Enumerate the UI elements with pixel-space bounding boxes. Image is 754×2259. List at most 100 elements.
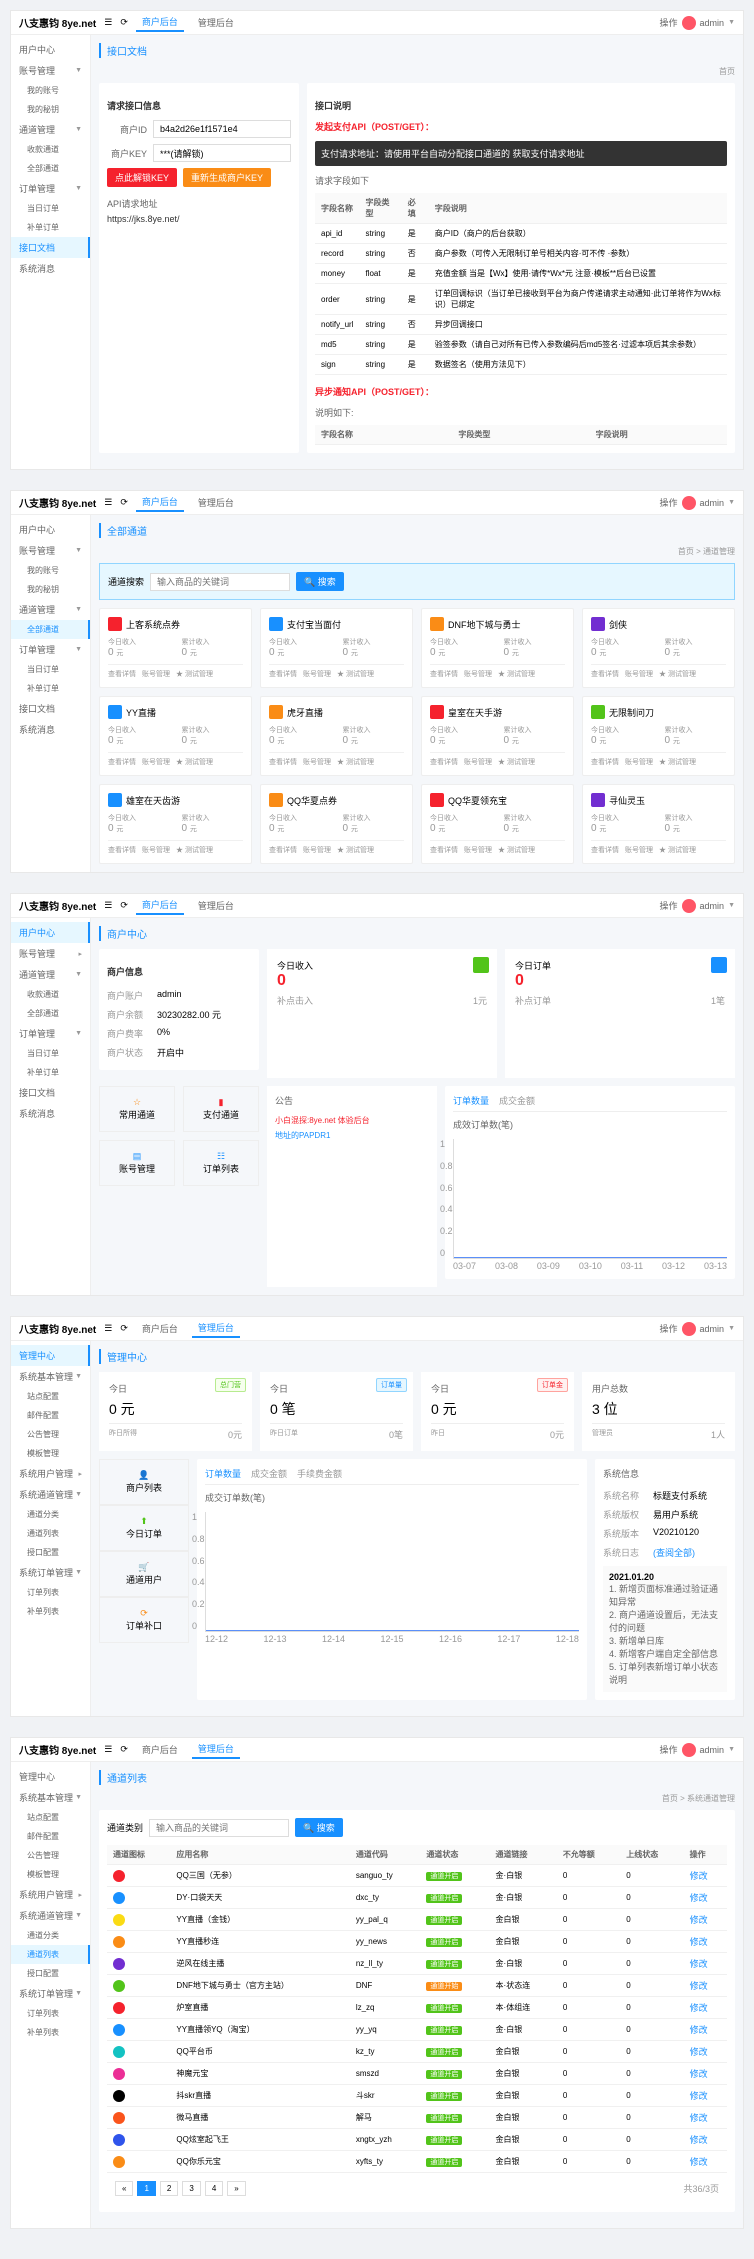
goods-manage-link[interactable]: 账号管理 [303, 845, 331, 855]
menu-icon[interactable]: ☰ [104, 1744, 112, 1755]
edit-link[interactable]: 修改 [690, 2047, 708, 2057]
edit-link[interactable]: 修改 [690, 2113, 708, 2123]
menu-user-center[interactable]: 用户中心 [11, 519, 90, 540]
menu-channel-list[interactable]: 通道列表 [11, 1945, 90, 1964]
menu-icon[interactable]: ☰ [104, 497, 112, 508]
user-menu[interactable]: 操作admin▼ [660, 899, 735, 913]
refresh-icon[interactable]: ⟳ [120, 17, 128, 28]
menu-channel[interactable]: 通道管理▼ [11, 599, 90, 620]
menu-api-doc[interactable]: 接口文档 [11, 237, 90, 258]
menu-admin-center[interactable]: 管理中心 [11, 1345, 90, 1366]
tab-merchant[interactable]: 商户后台 [136, 1320, 184, 1337]
quick-account[interactable]: ▤账号管理 [99, 1140, 175, 1186]
menu-sys-msg[interactable]: 系统消息 [11, 258, 90, 279]
menu-my-account[interactable]: 我的账号 [11, 81, 90, 100]
menu-pending-order[interactable]: 补单订单 [11, 218, 90, 237]
quick-pay[interactable]: ▮支付通道 [183, 1086, 259, 1132]
notice-item[interactable]: 地址的PAPDR1 [275, 1128, 429, 1143]
quick-order[interactable]: ⬆今日订单 [99, 1505, 189, 1551]
goods-test-link[interactable]: ★ 测试管理 [498, 757, 535, 767]
goods-manage-link[interactable]: 账号管理 [464, 757, 492, 767]
tab-admin[interactable]: 管理后台 [192, 1740, 240, 1759]
menu-account[interactable]: 账号管理▼ [11, 540, 90, 561]
goods-test-link[interactable]: ★ 测试管理 [337, 845, 374, 855]
edit-link[interactable]: 修改 [690, 1981, 708, 1991]
merchant-key-input[interactable] [153, 144, 291, 162]
user-menu[interactable]: 操作admin▼ [660, 1322, 735, 1336]
page-2[interactable]: 2 [160, 2181, 178, 2196]
goods-detail-link[interactable]: 查看详情 [269, 669, 297, 679]
refresh-icon[interactable]: ⟳ [120, 1323, 128, 1334]
edit-link[interactable]: 修改 [690, 1937, 708, 1947]
menu-order[interactable]: 订单管理▼ [11, 178, 90, 199]
goods-test-link[interactable]: ★ 测试管理 [176, 757, 213, 767]
quick-fav[interactable]: ☆常用通道 [99, 1086, 175, 1132]
goods-manage-link[interactable]: 账号管理 [464, 669, 492, 679]
edit-link[interactable]: 修改 [690, 2135, 708, 2145]
edit-link[interactable]: 修改 [690, 2157, 708, 2167]
page-1[interactable]: 1 [137, 2181, 155, 2196]
menu-icon[interactable]: ☰ [104, 900, 112, 911]
menu-user-center[interactable]: 用户中心 [11, 922, 90, 943]
tab-merchant[interactable]: 商户后台 [136, 13, 184, 32]
goods-detail-link[interactable]: 查看详情 [591, 669, 619, 679]
unlock-key-button[interactable]: 点此解锁KEY [107, 168, 177, 187]
goods-test-link[interactable]: ★ 测试管理 [498, 669, 535, 679]
menu-account[interactable]: 账号管理▼ [11, 60, 90, 81]
search-button[interactable]: 🔍 搜索 [296, 572, 344, 591]
goods-detail-link[interactable]: 查看详情 [430, 669, 458, 679]
goods-manage-link[interactable]: 账号管理 [142, 845, 170, 855]
menu-user-center[interactable]: 用户中心 [11, 39, 90, 60]
merchant-id-input[interactable] [153, 120, 291, 138]
goods-detail-link[interactable]: 查看详情 [591, 757, 619, 767]
edit-link[interactable]: 修改 [690, 1871, 708, 1881]
refresh-icon[interactable]: ⟳ [120, 1744, 128, 1755]
goods-detail-link[interactable]: 查看详情 [269, 757, 297, 767]
page-next[interactable]: » [227, 2181, 245, 2196]
tab-merchant[interactable]: 商户后台 [136, 493, 184, 512]
quick-channel[interactable]: 🛒通道用户 [99, 1551, 189, 1597]
goods-detail-link[interactable]: 查看详情 [591, 845, 619, 855]
chart-tab-amount[interactable]: 成交金额 [251, 1467, 287, 1480]
refresh-icon[interactable]: ⟳ [120, 900, 128, 911]
goods-manage-link[interactable]: 账号管理 [303, 669, 331, 679]
tab-admin[interactable]: 管理后台 [192, 494, 240, 511]
edit-link[interactable]: 修改 [690, 2025, 708, 2035]
goods-test-link[interactable]: ★ 测试管理 [176, 669, 213, 679]
regen-key-button[interactable]: 重新生成商户KEY [183, 168, 271, 187]
edit-link[interactable]: 修改 [690, 2091, 708, 2101]
goods-detail-link[interactable]: 查看详情 [108, 757, 136, 767]
refresh-icon[interactable]: ⟳ [120, 497, 128, 508]
edit-link[interactable]: 修改 [690, 1893, 708, 1903]
goods-manage-link[interactable]: 账号管理 [303, 757, 331, 767]
chart-tab-fee[interactable]: 手续费金额 [297, 1467, 342, 1480]
tab-admin[interactable]: 管理后台 [192, 897, 240, 914]
page-4[interactable]: 4 [205, 2181, 223, 2196]
goods-manage-link[interactable]: 账号管理 [142, 669, 170, 679]
goods-test-link[interactable]: ★ 测试管理 [659, 845, 696, 855]
menu-all-channel[interactable]: 全部通道 [11, 620, 90, 639]
edit-link[interactable]: 修改 [690, 2069, 708, 2079]
goods-detail-link[interactable]: 查看详情 [430, 845, 458, 855]
menu-icon[interactable]: ☰ [104, 17, 112, 28]
search-button[interactable]: 🔍 搜索 [295, 1818, 343, 1837]
user-menu[interactable]: 操作admin▼ [660, 496, 735, 510]
user-menu[interactable]: 操作 admin ▼ [660, 16, 735, 30]
tab-merchant[interactable]: 商户后台 [136, 896, 184, 915]
goods-test-link[interactable]: ★ 测试管理 [337, 669, 374, 679]
goods-manage-link[interactable]: 账号管理 [464, 845, 492, 855]
quick-pending[interactable]: ⟳订单补口 [99, 1597, 189, 1643]
notice-item[interactable]: 小白混探:8ye.net 体验后台 [275, 1113, 429, 1128]
goods-test-link[interactable]: ★ 测试管理 [498, 845, 535, 855]
menu-order[interactable]: 订单管理▼ [11, 639, 90, 660]
chart-tab-count[interactable]: 订单数量 [453, 1094, 489, 1107]
log-all-link[interactable]: (查阅全部) [653, 1546, 695, 1559]
goods-manage-link[interactable]: 账号管理 [142, 757, 170, 767]
menu-channel[interactable]: 通道管理▼ [11, 119, 90, 140]
goods-test-link[interactable]: ★ 测试管理 [337, 757, 374, 767]
goods-detail-link[interactable]: 查看详情 [108, 669, 136, 679]
user-menu[interactable]: 操作admin▼ [660, 1743, 735, 1757]
edit-link[interactable]: 修改 [690, 2003, 708, 2013]
search-input[interactable] [150, 573, 290, 591]
page-3[interactable]: 3 [182, 2181, 200, 2196]
